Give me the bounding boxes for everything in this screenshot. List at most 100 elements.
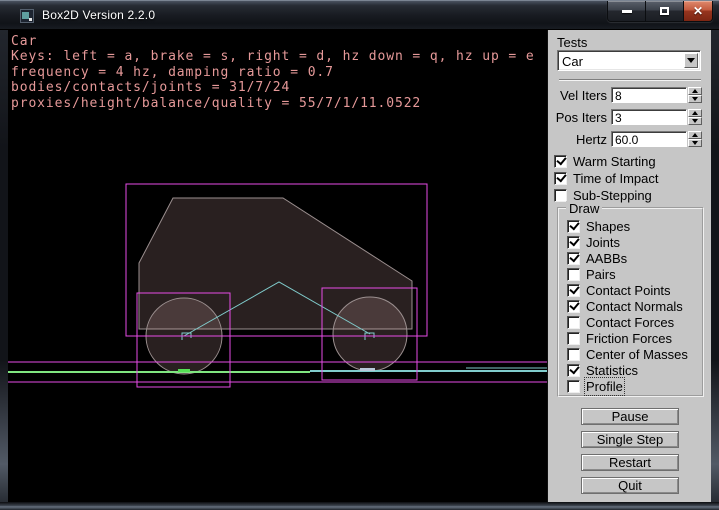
checkbox-row-profile: Profile [567, 380, 688, 393]
separator [559, 79, 701, 81]
hertz-field[interactable]: 60.0 [611, 131, 687, 147]
tests-label: Tests [557, 35, 587, 50]
minimize-button[interactable] [608, 1, 646, 21]
restart-button[interactable]: Restart [581, 454, 679, 471]
checkbox-row-friction-forces: Friction Forces [567, 332, 688, 345]
info-line: proxies/height/balance/quality = 55/7/1/… [11, 96, 535, 111]
checkbox-pairs[interactable] [567, 268, 580, 281]
checkbox-row-time-of-impact: Time of Impact [554, 172, 658, 185]
checkbox-shapes[interactable] [567, 220, 580, 233]
draw-group-title: Draw [566, 201, 602, 216]
vel-iters-decrement-button[interactable] [688, 95, 702, 103]
info-line: Car [11, 34, 535, 49]
maximize-button[interactable] [646, 1, 684, 21]
dropdown-button[interactable] [684, 53, 698, 68]
window-title: Box2D Version 2.2.0 [42, 8, 155, 22]
control-panel: Tests Car Vel Iters 8 Pos Iters 3 Hertz … [547, 30, 711, 502]
spinner-down-icon [692, 119, 698, 123]
draw-flags-list: Shapes Joints AABBs Pairs Contact Points… [567, 220, 688, 393]
contact-point-right [360, 368, 375, 371]
checkbox-warm-starting[interactable] [554, 155, 567, 168]
minimize-icon [622, 10, 632, 13]
pos-iters-field[interactable]: 3 [611, 109, 687, 125]
checkbox-contact-normals[interactable] [567, 300, 580, 313]
app-icon [20, 9, 34, 23]
spinner-up-icon [692, 111, 698, 115]
checkbox-label-pairs: Pairs [586, 267, 616, 282]
spinner-down-icon [692, 97, 698, 101]
spinner-row-pos-iters: Pos Iters 3 [548, 109, 702, 125]
info-line: bodies/contacts/joints = 31/7/24 [11, 80, 535, 95]
info-line: frequency = 4 hz, damping ratio = 0.7 [11, 65, 535, 80]
chevron-down-icon [687, 58, 695, 63]
maximize-icon [660, 7, 669, 15]
checkbox-aabbs[interactable] [567, 252, 580, 265]
checkbox-label-contact-forces: Contact Forces [586, 315, 674, 330]
spinner-label-vel-iters: Vel Iters [548, 88, 611, 103]
title-bar[interactable]: Box2D Version 2.2.0 ✕ [0, 0, 719, 30]
checkbox-contact-forces[interactable] [567, 316, 580, 329]
checkbox-label-contact-normals: Contact Normals [586, 299, 683, 314]
spinner-up-icon [692, 133, 698, 137]
checkbox-label-shapes: Shapes [586, 219, 630, 234]
pos-iters-decrement-button[interactable] [688, 117, 702, 125]
debug-info-text: CarKeys: left = a, brake = s, right = d,… [11, 34, 535, 111]
hertz-decrement-button[interactable] [688, 139, 702, 147]
draw-flags-group: Draw Shapes Joints AABBs Pairs Contact P… [557, 207, 704, 397]
spinner-up-icon [692, 89, 698, 93]
checkbox-row-contact-normals: Contact Normals [567, 300, 688, 313]
checkbox-label-center-of-masses: Center of Masses [586, 347, 688, 362]
vel-iters-field[interactable]: 8 [611, 87, 687, 103]
checkbox-label-time-of-impact: Time of Impact [573, 171, 658, 186]
spinner-down-icon [692, 141, 698, 145]
checkbox-label-joints: Joints [586, 235, 620, 250]
pause-button[interactable]: Pause [581, 408, 679, 425]
checkbox-statistics[interactable] [567, 364, 580, 377]
spinner-label-hertz: Hertz [548, 132, 611, 147]
quit-button[interactable]: Quit [581, 477, 679, 494]
checkbox-label-warm-starting: Warm Starting [573, 154, 656, 169]
close-button[interactable]: ✕ [684, 1, 712, 21]
checkbox-row-statistics: Statistics [567, 364, 688, 377]
checkbox-friction-forces[interactable] [567, 332, 580, 345]
close-icon: ✕ [693, 5, 703, 17]
vel-iters-increment-button[interactable] [688, 87, 702, 95]
window-border-bottom [0, 502, 719, 510]
hertz-increment-button[interactable] [688, 131, 702, 139]
checkbox-time-of-impact[interactable] [554, 172, 567, 185]
checkbox-center-of-masses[interactable] [567, 348, 580, 361]
checkbox-joints[interactable] [567, 236, 580, 249]
checkbox-label-aabbs: AABBs [586, 251, 627, 266]
single-step-button[interactable]: Single Step [581, 431, 679, 448]
window-border-left [0, 30, 8, 502]
caption-button-group: ✕ [607, 1, 713, 22]
checkbox-label-friction-forces: Friction Forces [586, 331, 672, 346]
spinner-row-hertz: Hertz 60.0 [548, 131, 702, 147]
spinner-label-pos-iters: Pos Iters [548, 110, 611, 125]
checkbox-label-statistics: Statistics [586, 363, 638, 378]
checkbox-label-contact-points: Contact Points [586, 283, 671, 298]
checkbox-row-aabbs: AABBs [567, 252, 688, 265]
action-buttons: Pause Single Step Restart Quit [581, 408, 679, 494]
checkbox-contact-points[interactable] [567, 284, 580, 297]
iteration-spinners: Vel Iters 8 Pos Iters 3 Hertz 60.0 [548, 87, 702, 147]
contact-point-left [178, 369, 190, 372]
checkbox-row-warm-starting: Warm Starting [554, 155, 658, 168]
checkbox-label-profile: Profile [586, 379, 623, 394]
pos-iters-increment-button[interactable] [688, 109, 702, 117]
physics-viewport[interactable]: CarKeys: left = a, brake = s, right = d,… [8, 30, 547, 502]
checkbox-row-center-of-masses: Center of Masses [567, 348, 688, 361]
spinner-row-vel-iters: Vel Iters 8 [548, 87, 702, 103]
info-line: Keys: left = a, brake = s, right = d, hz… [11, 49, 535, 64]
test-select-value: Car [562, 54, 583, 69]
checkbox-row-contact-points: Contact Points [567, 284, 688, 297]
solver-toggles: Warm Starting Time of Impact Sub-Steppin… [554, 155, 658, 202]
checkbox-profile[interactable] [567, 380, 580, 393]
checkbox-row-shapes: Shapes [567, 220, 688, 233]
window-border-right [711, 30, 719, 502]
test-select-dropdown[interactable]: Car [557, 50, 701, 71]
checkbox-row-contact-forces: Contact Forces [567, 316, 688, 329]
checkbox-row-joints: Joints [567, 236, 688, 249]
checkbox-row-pairs: Pairs [567, 268, 688, 281]
box2d-testbed-window: { "window": { "title": "Box2D Version 2.… [0, 0, 719, 510]
